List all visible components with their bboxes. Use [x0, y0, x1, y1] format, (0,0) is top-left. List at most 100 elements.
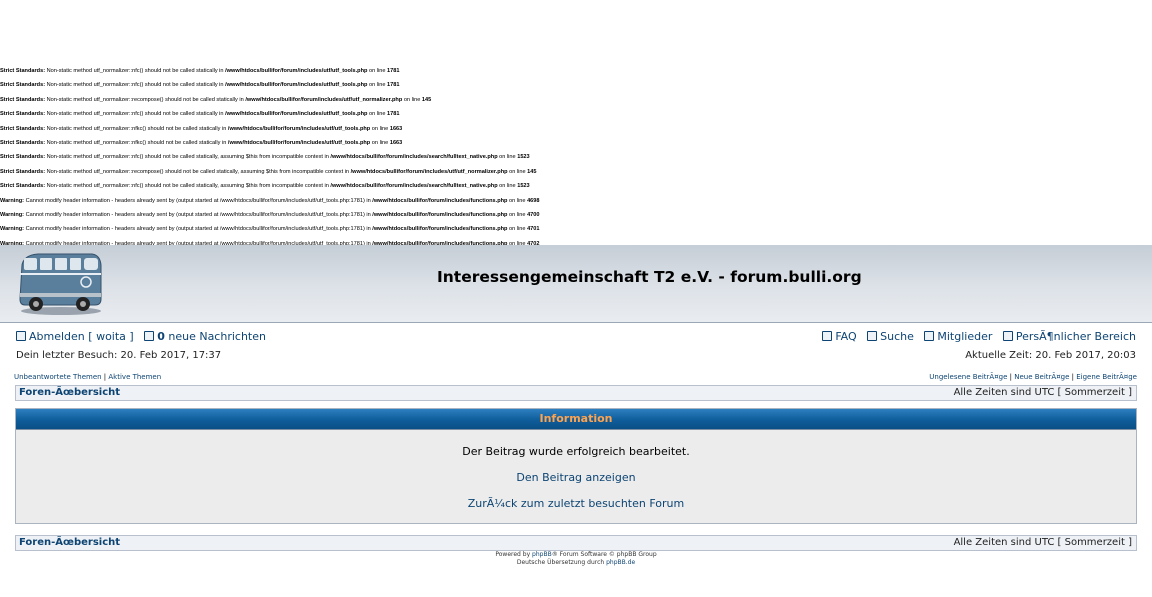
error-file: /www/htdocs/bullifor/forum/includes/func…	[372, 211, 508, 218]
error-line-number: 1781	[387, 68, 400, 74]
error-label: Strict Standards:	[0, 125, 46, 132]
error-label: Strict Standards:	[0, 111, 46, 118]
copyright-text: ® Forum Software © phpBB Group	[551, 551, 657, 558]
search-link[interactable]: Suche	[880, 330, 914, 343]
error-file: /www/htdocs/bullifor/forum/includes/utf/…	[350, 168, 508, 175]
site-title: Interessengemeinschaft T2 e.V. - forum.b…	[437, 268, 862, 286]
own-posts-link[interactable]: Eigene BeitrÃ¤ge	[1076, 373, 1137, 381]
error-file: /www/htdocs/bullifor/forum/includes/utf/…	[225, 111, 368, 118]
quick-links-row: Unbeantwortete Themen | Aktive Themen Un…	[14, 373, 1137, 381]
success-message: Der Beitrag wurde erfolgreich bearbeitet…	[462, 445, 690, 458]
error-file: /www/htdocs/bullifor/forum/includes/utf/…	[225, 82, 368, 89]
username-link[interactable]: [ woita ]	[88, 330, 133, 343]
error-file: /www/htdocs/bullifor/forum/includes/sear…	[330, 183, 498, 190]
error-on-line: on line	[367, 68, 388, 74]
faq-icon	[822, 331, 833, 341]
error-on-line: on line	[507, 168, 528, 175]
error-line-number: 145	[421, 96, 432, 103]
error-message: Non-static method utf_normalizer::recomp…	[45, 168, 351, 175]
error-on-line: on line	[367, 82, 388, 89]
new-message-count: 0	[157, 330, 165, 343]
post-links: Ungelesene BeitrÃ¤ge | Neue BeitrÃ¤ge | …	[929, 373, 1137, 381]
visit-time-row: Dein letzter Besuch: 20. Feb 2017, 17:37…	[16, 350, 1136, 361]
error-line: Strict Standards: Non-static method utf_…	[0, 165, 1152, 179]
active-topics-link[interactable]: Aktive Themen	[108, 373, 161, 381]
phpbb-de-link[interactable]: phpBB.de	[606, 559, 635, 566]
error-label: Strict Standards:	[0, 183, 46, 190]
error-on-line: on line	[370, 139, 390, 146]
breadcrumb-bar-bottom: Foren-Ãœbersicht Alle Zeiten sind UTC [ …	[15, 535, 1137, 551]
error-message: Non-static method utf_normalizer::nfc() …	[45, 68, 226, 74]
forum-index-link[interactable]: Foren-Ãœbersicht	[19, 386, 120, 400]
unread-posts-link[interactable]: Ungelesene BeitrÃ¤ge	[929, 373, 1007, 381]
powered-by-line: Powered by phpBB® Forum Software © phpBB…	[0, 551, 1152, 559]
vw-bus-logo-icon[interactable]	[16, 249, 106, 317]
error-label: Strict Standards:	[0, 68, 46, 74]
error-line-number: 1523	[517, 154, 530, 161]
error-line: Strict Standards: Non-static method utf_…	[0, 107, 1152, 121]
error-message: Non-static method utf_normalizer::nfkc()…	[45, 139, 228, 146]
php-error-output: Strict Standards: Non-static method utf_…	[0, 64, 1152, 251]
translation-text: Deutsche Übersetzung durch	[516, 559, 607, 566]
error-file: /www/htdocs/bullifor/forum/includes/func…	[372, 226, 508, 233]
error-file: /www/htdocs/bullifor/forum/includes/func…	[372, 197, 508, 204]
error-label: Warning:	[0, 211, 25, 218]
timezone-text: Alle Zeiten sind UTC [ Sommerzeit ]	[953, 387, 1132, 398]
logout-icon	[16, 331, 26, 341]
main-nav: FAQ Suche Mitglieder PersÃ¶nlicher Berei…	[822, 330, 1136, 343]
error-label: Warning:	[0, 226, 25, 233]
new-messages-label: neue Nachrichten	[168, 330, 266, 343]
error-label: Strict Standards:	[0, 154, 46, 161]
current-time-text: Aktuelle Zeit: 20. Feb 2017, 20:03	[965, 350, 1136, 361]
error-file: /www/htdocs/bullifor/forum/includes/utf/…	[225, 68, 368, 74]
translation-line: Deutsche Übersetzung durch phpBB.de	[0, 559, 1152, 567]
unanswered-topics-link[interactable]: Unbeantwortete Themen	[14, 373, 102, 381]
information-title: Information	[16, 409, 1136, 430]
user-nav-row: Abmelden [ woita ] 0 neue Nachrichten FA…	[16, 330, 1136, 343]
inbox-icon	[144, 331, 155, 341]
breadcrumb-bar-top: Foren-Ãœbersicht Alle Zeiten sind UTC [ …	[15, 385, 1137, 401]
error-line: Strict Standards: Non-static method utf_…	[0, 122, 1152, 136]
error-line: Warning: Cannot modify header informatio…	[0, 222, 1152, 236]
error-on-line: on line	[402, 96, 422, 103]
error-file: /www/htdocs/bullifor/forum/includes/utf/…	[227, 139, 371, 146]
error-line-number: 4701	[527, 226, 540, 233]
error-line: Warning: Cannot modify header informatio…	[0, 208, 1152, 222]
back-to-forum-link[interactable]: ZurÃ¼ck zum zuletzt besuchten Forum	[468, 497, 684, 510]
error-line: Strict Standards: Non-static method utf_…	[0, 136, 1152, 150]
page-footer: Powered by phpBB® Forum Software © phpBB…	[0, 551, 1152, 567]
error-label: Strict Standards:	[0, 168, 46, 175]
error-file: /www/htdocs/bullifor/forum/includes/utf/…	[227, 125, 371, 132]
error-label: Strict Standards:	[0, 96, 46, 103]
error-message: Non-static method utf_normalizer::nfc() …	[45, 111, 226, 118]
error-message: Cannot modify header information - heade…	[24, 197, 373, 204]
error-label: Warning:	[0, 197, 25, 204]
error-line: Warning: Cannot modify header informatio…	[0, 194, 1152, 208]
error-on-line: on line	[497, 183, 518, 190]
new-posts-link[interactable]: Neue BeitrÃ¤ge	[1014, 373, 1069, 381]
members-link[interactable]: Mitglieder	[937, 330, 992, 343]
phpbb-link[interactable]: phpBB	[532, 551, 552, 558]
information-panel: Information Der Beitrag wurde erfolgreic…	[15, 408, 1137, 524]
error-line: Strict Standards: Non-static method utf_…	[0, 150, 1152, 164]
faq-link[interactable]: FAQ	[835, 330, 856, 343]
error-on-line: on line	[507, 226, 528, 233]
error-on-line: on line	[370, 125, 390, 132]
logout-link[interactable]: Abmelden	[29, 330, 85, 343]
user-control-panel-link[interactable]: PersÃ¶nlicher Bereich	[1016, 330, 1136, 343]
error-line-number: 4700	[527, 211, 540, 218]
error-on-line: on line	[507, 197, 528, 204]
error-file: /www/htdocs/bullifor/forum/includes/sear…	[330, 154, 498, 161]
error-label: Strict Standards:	[0, 82, 46, 89]
profile-icon	[1002, 331, 1013, 341]
private-messages-link[interactable]: 0 neue Nachrichten	[157, 330, 266, 343]
search-icon	[867, 331, 878, 341]
forum-index-link[interactable]: Foren-Ãœbersicht	[19, 536, 120, 550]
error-line-number: 4698	[527, 197, 540, 204]
timezone-text: Alle Zeiten sind UTC [ Sommerzeit ]	[953, 537, 1132, 548]
error-on-line: on line	[507, 211, 528, 218]
error-line-number: 145	[527, 168, 537, 175]
error-line-number: 1663	[389, 125, 403, 132]
error-line: Strict Standards: Non-static method utf_…	[0, 64, 1152, 78]
view-post-link[interactable]: Den Beitrag anzeigen	[516, 471, 635, 484]
